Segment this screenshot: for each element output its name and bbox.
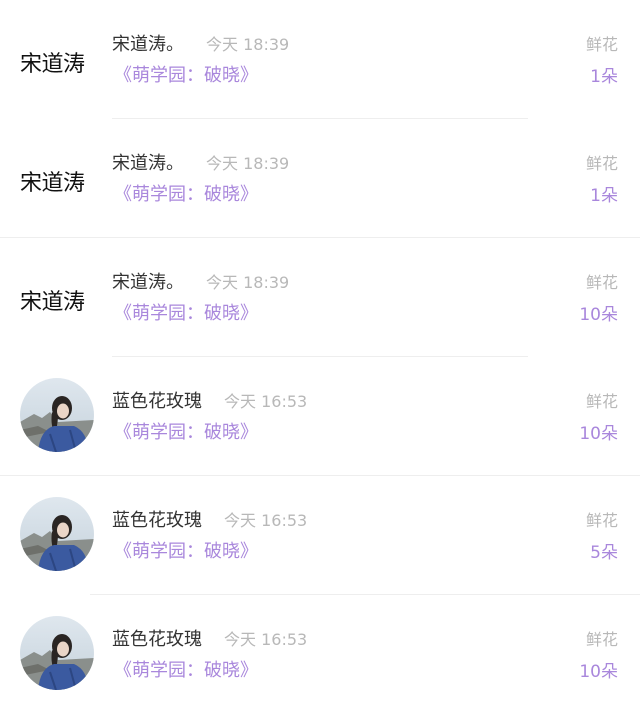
gift-type: 鲜花	[585, 154, 618, 173]
book-title[interactable]: 《萌学园：破晓》	[114, 299, 258, 325]
name-line: 蓝色花玫瑰 今天 16:53	[112, 506, 307, 532]
name-line: 蓝色花玫瑰 今天 16:53	[112, 625, 307, 651]
timestamp: 今天 18:39	[206, 35, 290, 54]
gift-count: 10朵	[579, 305, 618, 325]
timestamp: 今天 18:39	[206, 273, 290, 292]
avatar[interactable]	[20, 497, 94, 571]
book-title[interactable]: 《萌学园：破晓》	[114, 537, 258, 563]
avatar[interactable]: 宋道涛	[20, 140, 94, 214]
avatar-photo	[20, 378, 94, 452]
gift-count: 5朵	[590, 543, 618, 563]
user-name[interactable]: 蓝色花玫瑰	[112, 506, 202, 532]
gift-count: 10朵	[579, 662, 618, 682]
gift-type: 鲜花	[585, 273, 618, 292]
user-name[interactable]: 宋道涛。	[112, 268, 184, 294]
list-item[interactable]: 宋道涛 宋道涛。 今天 18:39 《萌学园：破晓》 鲜花 1朵	[0, 119, 640, 238]
name-line: 宋道涛。 今天 18:39	[112, 30, 289, 56]
gift-type: 鲜花	[585, 392, 618, 411]
user-name[interactable]: 蓝色花玫瑰	[112, 625, 202, 651]
timestamp: 今天 18:39	[206, 154, 290, 173]
book-title[interactable]: 《萌学园：破晓》	[114, 418, 258, 444]
user-name[interactable]: 宋道涛。	[112, 30, 184, 56]
name-line: 宋道涛。 今天 18:39	[112, 268, 289, 294]
gift-count: 1朵	[590, 67, 618, 87]
list-item[interactable]: 宋道涛 宋道涛。 今天 18:39 《萌学园：破晓》 鲜花 10朵	[0, 238, 640, 357]
avatar[interactable]: 宋道涛	[20, 21, 94, 95]
timestamp: 今天 16:53	[224, 630, 308, 649]
gift-count: 1朵	[590, 186, 618, 206]
gift-type: 鲜花	[585, 35, 618, 54]
user-name[interactable]: 蓝色花玫瑰	[112, 387, 202, 413]
timestamp: 今天 16:53	[224, 392, 308, 411]
book-title[interactable]: 《萌学园：破晓》	[114, 180, 258, 206]
list-item[interactable]: 宋道涛 宋道涛。 今天 18:39 《萌学园：破晓》 鲜花 1朵	[0, 0, 640, 119]
gift-type: 鲜花	[585, 630, 618, 649]
gift-count: 10朵	[579, 424, 618, 444]
list-item[interactable]: 蓝色花玫瑰 今天 16:53 《萌学园：破晓》 鲜花 10朵	[0, 595, 640, 714]
avatar-photo	[20, 497, 94, 571]
avatar[interactable]	[20, 378, 94, 452]
avatar-text: 宋道涛	[20, 290, 85, 315]
avatar-text: 宋道涛	[20, 52, 85, 77]
list-item[interactable]: 蓝色花玫瑰 今天 16:53 《萌学园：破晓》 鲜花 10朵	[0, 357, 640, 476]
name-line: 蓝色花玫瑰 今天 16:53	[112, 387, 307, 413]
gift-record-list: 宋道涛 宋道涛。 今天 18:39 《萌学园：破晓》 鲜花 1朵 宋道涛 宋道涛…	[0, 0, 640, 710]
avatar[interactable]	[20, 616, 94, 690]
avatar-photo	[20, 616, 94, 690]
avatar-text: 宋道涛	[20, 171, 85, 196]
book-title[interactable]: 《萌学园：破晓》	[114, 656, 258, 682]
avatar[interactable]: 宋道涛	[20, 259, 94, 333]
user-name[interactable]: 宋道涛。	[112, 149, 184, 175]
gift-type: 鲜花	[585, 511, 618, 530]
book-title[interactable]: 《萌学园：破晓》	[114, 61, 258, 87]
list-item[interactable]: 蓝色花玫瑰 今天 16:53 《萌学园：破晓》 鲜花 5朵	[0, 476, 640, 595]
name-line: 宋道涛。 今天 18:39	[112, 149, 289, 175]
timestamp: 今天 16:53	[224, 511, 308, 530]
